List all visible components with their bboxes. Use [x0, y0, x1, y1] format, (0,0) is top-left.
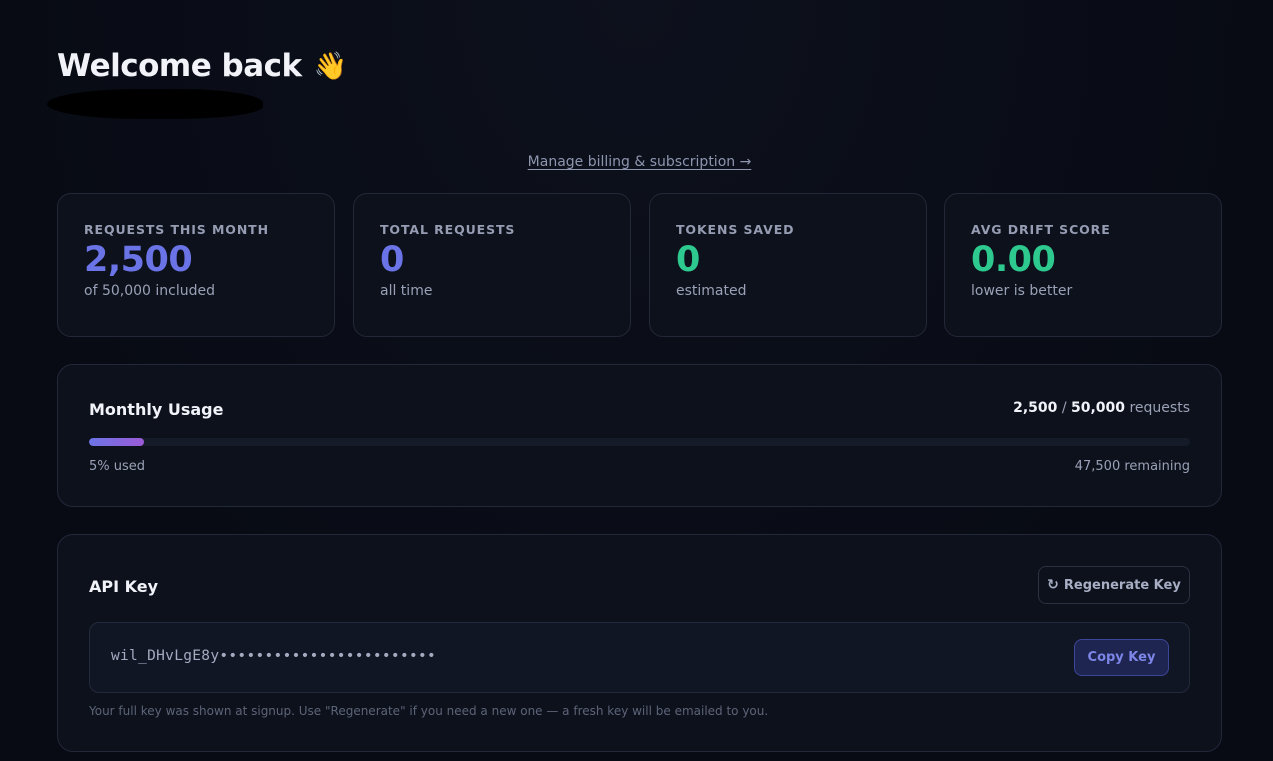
- usage-used: 2,500: [1013, 400, 1058, 416]
- stat-card-drift-score: AVG DRIFT SCORE 0.00 lower is better: [944, 193, 1222, 337]
- stat-value: 0: [380, 240, 404, 280]
- welcome-header: Welcome back 👋: [57, 48, 347, 84]
- stat-label: AVG DRIFT SCORE: [971, 222, 1111, 237]
- stat-subtext: lower is better: [971, 283, 1073, 299]
- usage-progress-fill: [89, 438, 145, 446]
- stat-card-tokens-saved: TOKENS SAVED 0 estimated: [649, 193, 927, 337]
- api-key-value: wil_DHvLgE8y••••••••••••••••••••••••: [111, 648, 437, 664]
- usage-unit: requests: [1129, 400, 1190, 416]
- usage-remaining-text: 47,500 remaining: [1074, 459, 1190, 474]
- stat-value: 0.00: [971, 240, 1056, 280]
- usage-used-text: 5% used: [89, 459, 146, 474]
- copy-key-button[interactable]: Copy Key: [1074, 639, 1169, 676]
- stat-value: 0: [676, 240, 700, 280]
- stat-subtext: all time: [380, 283, 433, 299]
- usage-progress-track: [89, 438, 1190, 446]
- usage-title: Monthly Usage: [89, 400, 224, 419]
- stat-subtext: estimated: [676, 283, 747, 299]
- dashboard-page: Welcome back 👋 Manage billing & subscrip…: [0, 0, 1273, 761]
- page-title: Welcome back: [57, 48, 302, 84]
- monthly-usage-panel: Monthly Usage 2,500 / 50,000 requests 5%…: [57, 364, 1222, 507]
- stat-label: TOTAL REQUESTS: [380, 222, 516, 237]
- wave-icon: 👋: [313, 50, 348, 82]
- stat-value: 2,500: [84, 240, 193, 280]
- stat-label: REQUESTS THIS MONTH: [84, 222, 269, 237]
- usage-separator: /: [1061, 400, 1067, 416]
- stat-card-total-requests: TOTAL REQUESTS 0 all time: [353, 193, 631, 337]
- api-key-box: wil_DHvLgE8y•••••••••••••••••••••••• Cop…: [89, 622, 1190, 693]
- usage-total: 50,000: [1071, 400, 1126, 416]
- api-key-panel: API Key ↻ Regenerate Key wil_DHvLgE8y•••…: [57, 534, 1222, 752]
- api-key-title: API Key: [89, 577, 159, 596]
- stat-card-requests-month: REQUESTS THIS MONTH 2,500 of 50,000 incl…: [57, 193, 335, 337]
- manage-billing-link[interactable]: Manage billing & subscription →: [0, 154, 1273, 170]
- api-key-note: Your full key was shown at signup. Use "…: [89, 704, 769, 718]
- redacted-email: [47, 89, 263, 119]
- regenerate-key-label: Regenerate Key: [1063, 577, 1181, 593]
- regenerate-key-button[interactable]: ↻ Regenerate Key: [1038, 566, 1190, 604]
- refresh-icon: ↻: [1047, 577, 1059, 593]
- stat-subtext: of 50,000 included: [84, 283, 215, 299]
- usage-count: 2,500 / 50,000 requests: [1013, 400, 1190, 416]
- stat-label: TOKENS SAVED: [676, 222, 795, 237]
